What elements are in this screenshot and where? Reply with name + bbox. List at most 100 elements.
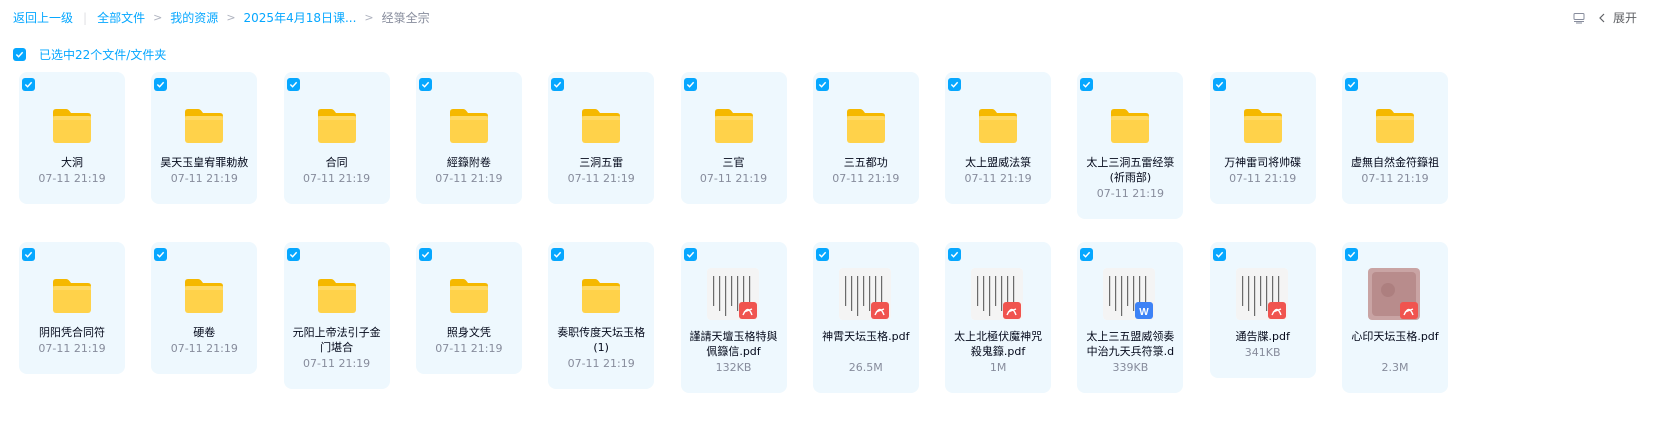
folder-card[interactable]: 大洞 07-11 21:19 <box>19 72 125 204</box>
expand-label: 展开 <box>1612 11 1637 25</box>
pdf-icon <box>1368 268 1420 320</box>
pdf-icon <box>706 268 759 320</box>
item-name: 万神雷司将帅碟 <box>1224 156 1302 169</box>
item-date: 07-11 21:19 <box>1229 172 1297 185</box>
folder-icon <box>51 276 93 316</box>
file-card[interactable]: 通告牒.pdf 341KB <box>1209 242 1316 378</box>
pdf-icon <box>1235 268 1288 320</box>
folder-card[interactable]: 虚無自然金符籙祖 07-11 21:19 <box>1342 72 1448 204</box>
item-checkbox[interactable] <box>1345 248 1358 261</box>
back-link[interactable]: 返回上一级 <box>13 9 73 26</box>
item-checkbox[interactable] <box>683 248 697 261</box>
item-checkbox[interactable] <box>286 78 300 91</box>
item-checkbox[interactable] <box>948 78 962 91</box>
item-checkbox[interactable] <box>683 78 697 91</box>
folder-icon <box>845 106 887 146</box>
folder-card[interactable]: 元阳上帝法引子金门堪合 07-11 21:19 <box>283 242 390 389</box>
folder-card[interactable]: 經籙附卷 07-11 21:19 <box>415 72 522 204</box>
top-bar: 返回上一级 | 全部文件 > 我的资源 > 2025年4月18日课... > 经… <box>0 0 1659 32</box>
item-checkbox[interactable] <box>22 248 35 261</box>
chevron-right-icon: > <box>226 11 236 24</box>
item-checkbox[interactable] <box>551 78 565 91</box>
item-checkbox[interactable] <box>815 248 829 261</box>
pdf-icon <box>971 268 1024 320</box>
item-checkbox[interactable] <box>418 248 432 261</box>
list-view-icon[interactable] <box>1573 12 1585 24</box>
folder-card[interactable]: 阴阳凭合同符 07-11 21:19 <box>19 242 125 374</box>
folder-card[interactable]: 硬卷 07-11 21:19 <box>151 242 258 374</box>
folder-card[interactable]: 万神雷司将帅碟 07-11 21:19 <box>1209 72 1316 204</box>
expand-button[interactable]: 展开 <box>1599 9 1637 26</box>
item-checkbox[interactable] <box>1212 78 1226 91</box>
folder-icon <box>580 106 622 146</box>
item-size: 341KB <box>1244 346 1281 359</box>
folder-card[interactable]: 三洞五雷 07-11 21:19 <box>548 72 655 204</box>
item-name: 硬卷 <box>193 326 216 339</box>
item-checkbox[interactable] <box>286 248 300 261</box>
folder-card[interactable]: 三五都功 07-11 21:19 <box>812 72 919 204</box>
folder-icon <box>448 106 490 146</box>
folder-icon <box>316 106 358 146</box>
item-date: 07-11 21:19 <box>38 342 106 355</box>
item-name: 昊天玉皇宥罪勅赦 <box>160 156 249 169</box>
select-all-checkbox[interactable] <box>13 48 26 61</box>
item-checkbox[interactable] <box>551 248 565 261</box>
folder-icon <box>316 276 358 316</box>
folder-icon <box>713 106 755 146</box>
folder-card[interactable]: 合同 07-11 21:19 <box>283 72 390 204</box>
item-name: 奏职传度天坛玉格(1) <box>557 326 646 354</box>
item-date: 07-11 21:19 <box>1096 187 1164 200</box>
folder-icon <box>977 106 1019 146</box>
chevron-left-icon <box>1599 13 1605 22</box>
file-card[interactable]: 太上北極伏魔神咒殺鬼籙.pdf 1M <box>945 242 1052 393</box>
item-checkbox[interactable] <box>1080 248 1094 261</box>
item-name: 謹請天壇玉格特與佩籙信.pdf <box>689 330 778 358</box>
item-name: 太上三五盟威领奏中治九天兵符箓.d <box>1086 330 1175 358</box>
view-tools: 展开 <box>1573 9 1637 26</box>
folder-card[interactable]: 太上盟威法箓 07-11 21:19 <box>945 72 1052 204</box>
folder-card[interactable]: 三官 07-11 21:19 <box>680 72 787 204</box>
item-date: 07-11 21:19 <box>567 172 635 185</box>
chevron-right-icon: > <box>364 11 374 24</box>
folder-card[interactable]: 照身文凭 07-11 21:19 <box>415 242 522 374</box>
item-name: 虚無自然金符籙祖 <box>1351 156 1439 169</box>
file-card[interactable]: W 太上三五盟威领奏中治九天兵符箓.d 339KB <box>1077 242 1184 393</box>
item-name: 經籙附卷 <box>446 156 491 169</box>
item-checkbox[interactable] <box>1080 78 1094 91</box>
file-card[interactable]: 心印天坛玉格.pdf 2.3M <box>1342 242 1448 393</box>
item-date: 07-11 21:19 <box>435 342 503 355</box>
item-name: 神霄天坛玉格.pdf <box>822 330 910 343</box>
item-checkbox[interactable] <box>948 248 962 261</box>
item-checkbox[interactable] <box>154 248 168 261</box>
item-date: 07-11 21:19 <box>170 342 238 355</box>
folder-icon <box>1374 106 1416 146</box>
folder-icon <box>448 276 490 316</box>
item-checkbox[interactable] <box>1345 78 1358 91</box>
item-checkbox[interactable] <box>815 78 829 91</box>
folder-card[interactable]: 太上三洞五雷经箓(祈雨部) 07-11 21:19 <box>1077 72 1184 219</box>
breadcrumb-item-my-resources[interactable]: 我的资源 <box>170 9 218 26</box>
item-name: 心印天坛玉格.pdf <box>1351 330 1439 343</box>
item-size: 26.5M <box>848 361 883 374</box>
breadcrumb-item-all-files[interactable]: 全部文件 <box>97 9 145 26</box>
item-checkbox[interactable] <box>418 78 432 91</box>
file-card[interactable]: 神霄天坛玉格.pdf 26.5M <box>812 242 919 393</box>
item-name: 三五都功 <box>843 156 888 169</box>
item-checkbox[interactable] <box>22 78 35 91</box>
folder-card[interactable]: 奏职传度天坛玉格(1) 07-11 21:19 <box>548 242 655 389</box>
folder-icon <box>183 106 225 146</box>
folder-icon <box>580 276 622 316</box>
file-card[interactable]: 謹請天壇玉格特與佩籙信.pdf 132KB <box>680 242 787 393</box>
item-date: 07-11 21:19 <box>435 172 503 185</box>
breadcrumb-item-current: 经箓全宗 <box>381 11 430 25</box>
item-name: 太上盟威法箓 <box>965 156 1032 169</box>
folder-card[interactable]: 昊天玉皇宥罪勅赦 07-11 21:19 <box>151 72 258 204</box>
item-checkbox[interactable] <box>154 78 168 91</box>
item-date: 07-11 21:19 <box>38 172 106 185</box>
breadcrumb-item-course[interactable]: 2025年4月18日课... <box>244 9 357 26</box>
item-checkbox[interactable] <box>1212 248 1226 261</box>
item-size: 132KB <box>715 361 752 374</box>
item-date: 07-11 21:19 <box>832 172 900 185</box>
item-date: 07-11 21:19 <box>303 357 371 370</box>
item-name: 大洞 <box>61 156 83 169</box>
